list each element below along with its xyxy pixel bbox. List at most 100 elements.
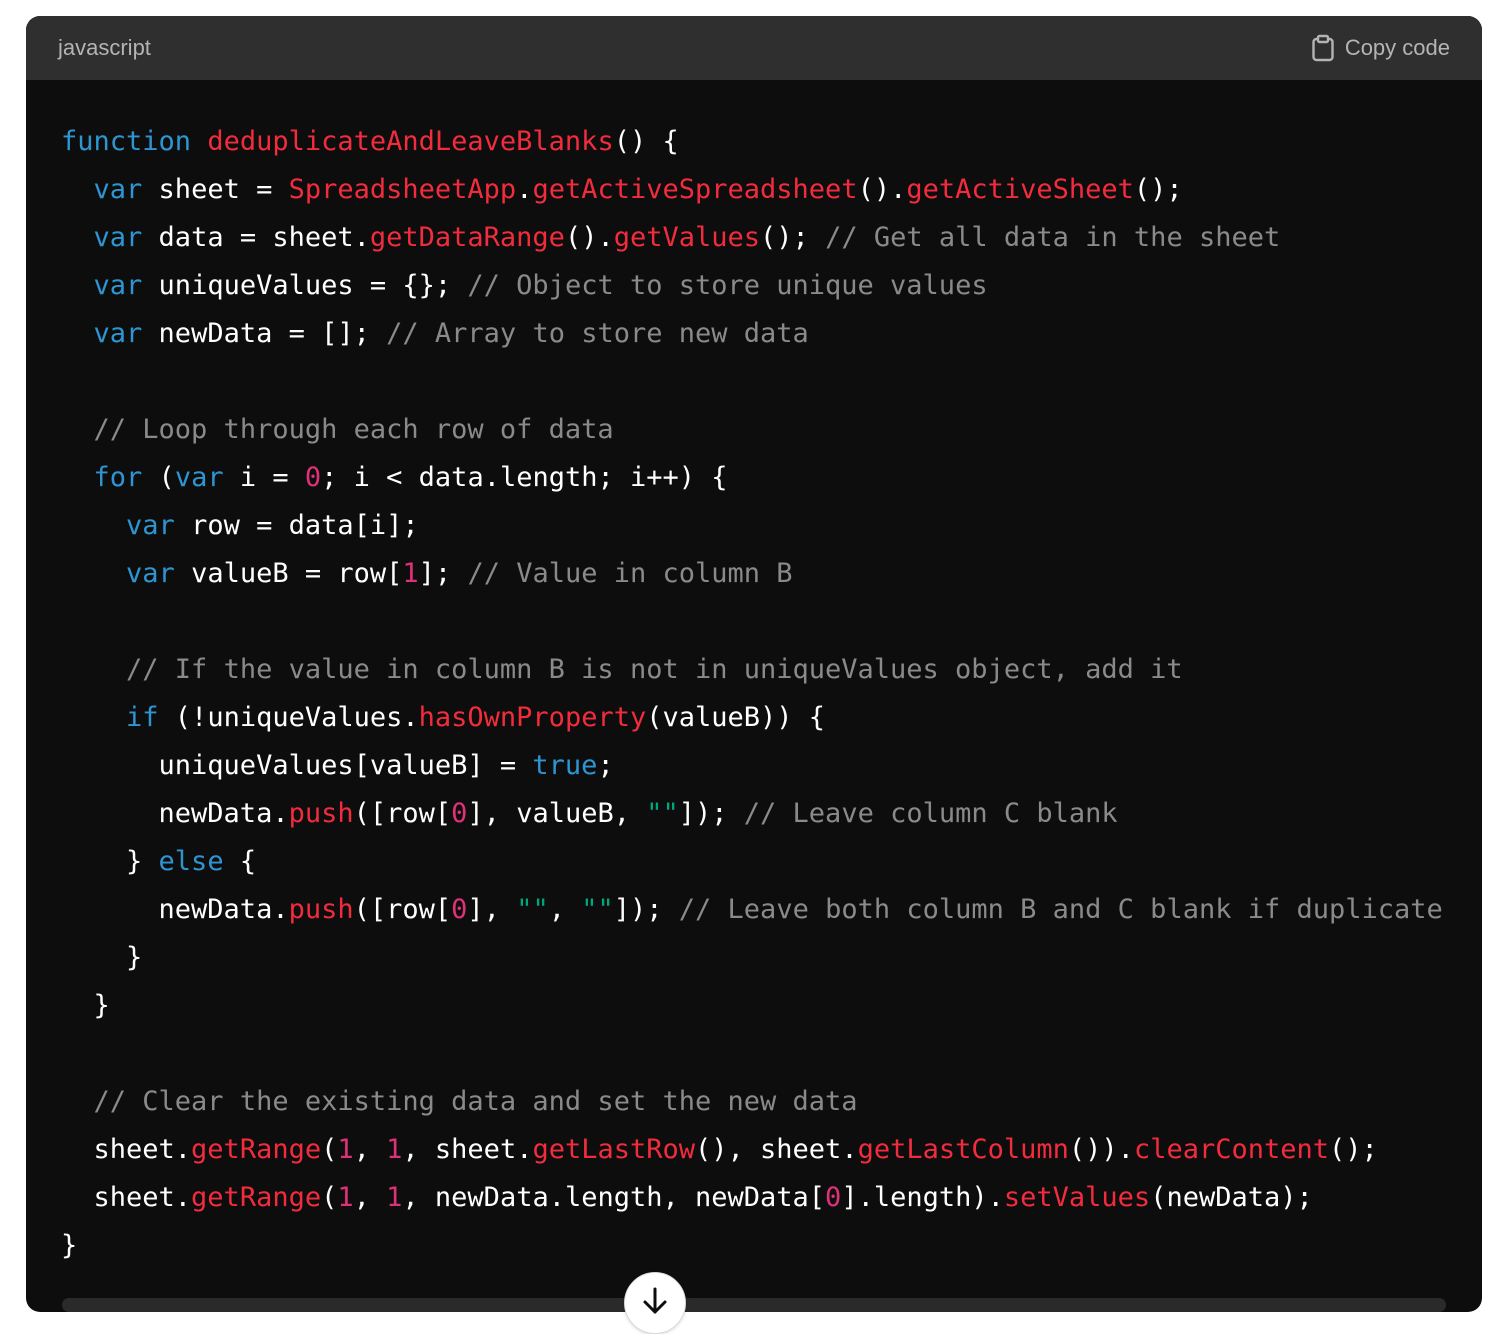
clipboard-icon bbox=[1311, 34, 1335, 62]
code-text: ; bbox=[597, 750, 614, 781]
function-token: clearContent bbox=[1133, 1134, 1330, 1165]
string-token: "" bbox=[581, 894, 614, 925]
code-text: , bbox=[353, 1134, 387, 1165]
code-text: } bbox=[61, 846, 159, 877]
number-token: 0 bbox=[825, 1182, 842, 1213]
function-token: getRange bbox=[191, 1182, 322, 1213]
code-text: , newData.length, newData[ bbox=[402, 1182, 826, 1213]
code-text: ; i < data.length; i++) { bbox=[321, 462, 728, 493]
code-line: if (!uniqueValues.hasOwnProperty(valueB)… bbox=[61, 694, 1482, 742]
code-text: ( bbox=[321, 1134, 338, 1165]
code-text: . bbox=[516, 174, 533, 205]
code-text: { bbox=[223, 846, 257, 877]
number-token: 1 bbox=[337, 1134, 354, 1165]
string-token: "" bbox=[646, 798, 679, 829]
code-line: } bbox=[61, 934, 1482, 982]
comment-token: // Get all data in the sheet bbox=[825, 222, 1281, 253]
code-line: var row = data[i]; bbox=[61, 502, 1482, 550]
keyword-token: else bbox=[158, 846, 224, 877]
code-text: (), sheet. bbox=[695, 1134, 858, 1165]
copy-code-button[interactable]: Copy code bbox=[1311, 34, 1450, 62]
code-body: function deduplicateAndLeaveBlanks() { v… bbox=[26, 80, 1482, 1312]
code-text: sheet. bbox=[61, 1182, 192, 1213]
code-line: // Clear the existing data and set the n… bbox=[61, 1078, 1482, 1126]
code-line: } bbox=[61, 982, 1482, 1030]
code-text: } bbox=[61, 1230, 78, 1261]
number-token: 1 bbox=[386, 1134, 403, 1165]
function-token: setValues bbox=[1003, 1182, 1151, 1213]
keyword-token: if bbox=[126, 702, 159, 733]
code-header: javascript Copy code bbox=[26, 16, 1482, 80]
keyword-token: var bbox=[126, 510, 175, 541]
code-text: (); bbox=[1329, 1134, 1378, 1165]
comment-token: // Leave column C blank bbox=[743, 798, 1118, 829]
code-text: ], bbox=[467, 894, 517, 925]
code-text: ( bbox=[321, 1182, 338, 1213]
code-content: function deduplicateAndLeaveBlanks() { v… bbox=[26, 80, 1482, 1270]
function-token: getActiveSheet bbox=[906, 174, 1134, 205]
code-text: , bbox=[548, 894, 582, 925]
code-text: (); bbox=[1133, 174, 1183, 205]
number-token: 0 bbox=[451, 798, 468, 829]
number-token: 1 bbox=[337, 1182, 354, 1213]
code-line: var sheet = SpreadsheetApp.getActiveSpre… bbox=[61, 166, 1482, 214]
function-token: getDataRange bbox=[369, 222, 565, 253]
comment-token: // Value in column B bbox=[467, 558, 793, 589]
comment-token: // If the value in column B is not in un… bbox=[126, 654, 1183, 685]
code-text: (valueB)) { bbox=[646, 702, 826, 733]
function-token: deduplicateAndLeaveBlanks bbox=[207, 126, 614, 157]
keyword-token: var bbox=[93, 174, 143, 205]
code-line: newData.push([row[0], valueB, ""]); // L… bbox=[61, 790, 1482, 838]
comment-token: // Clear the existing data and set the n… bbox=[93, 1086, 858, 1117]
code-text: (newData); bbox=[1150, 1182, 1313, 1213]
scroll-to-bottom-button[interactable] bbox=[624, 1272, 686, 1334]
code-text: ( bbox=[142, 462, 175, 493]
keyword-token: true bbox=[532, 750, 598, 781]
code-text: ]); bbox=[678, 798, 744, 829]
code-text: , bbox=[353, 1182, 387, 1213]
code-text: sheet. bbox=[61, 1134, 192, 1165]
keyword-token: var bbox=[126, 558, 175, 589]
code-text: (). bbox=[857, 174, 907, 205]
string-token: "" bbox=[516, 894, 549, 925]
code-block: javascript Copy code function deduplicat… bbox=[26, 16, 1482, 1312]
function-token: getLastRow bbox=[532, 1134, 696, 1165]
code-text: ]); bbox=[613, 894, 679, 925]
code-text: data = sheet. bbox=[142, 222, 370, 253]
keyword-token: var bbox=[93, 222, 143, 253]
code-line: var newData = []; // Array to store new … bbox=[61, 310, 1482, 358]
horizontal-scrollbar[interactable] bbox=[62, 1298, 1446, 1312]
function-token: push bbox=[288, 798, 354, 829]
code-line: for (var i = 0; i < data.length; i++) { bbox=[61, 454, 1482, 502]
code-text: newData = []; bbox=[142, 318, 387, 349]
code-text: (); bbox=[760, 222, 826, 253]
code-text: } bbox=[61, 942, 143, 973]
keyword-token: function bbox=[61, 126, 192, 157]
code-line: // Loop through each row of data bbox=[61, 406, 1482, 454]
code-text: ], valueB, bbox=[467, 798, 647, 829]
code-line: sheet.getRange(1, 1, newData.length, new… bbox=[61, 1174, 1482, 1222]
code-line: sheet.getRange(1, 1, sheet.getLastRow(),… bbox=[61, 1126, 1482, 1174]
comment-token: // Loop through each row of data bbox=[93, 414, 614, 445]
arrow-down-icon bbox=[641, 1286, 669, 1321]
code-line: var data = sheet.getDataRange().getValue… bbox=[61, 214, 1482, 262]
copy-code-label: Copy code bbox=[1344, 35, 1450, 60]
code-text: (!uniqueValues. bbox=[158, 702, 419, 733]
code-line: // If the value in column B is not in un… bbox=[61, 646, 1482, 694]
code-text: sheet = bbox=[142, 174, 289, 205]
code-line: var uniqueValues = {}; // Object to stor… bbox=[61, 262, 1482, 310]
keyword-token: var bbox=[93, 270, 143, 301]
keyword-token: for bbox=[93, 462, 143, 493]
